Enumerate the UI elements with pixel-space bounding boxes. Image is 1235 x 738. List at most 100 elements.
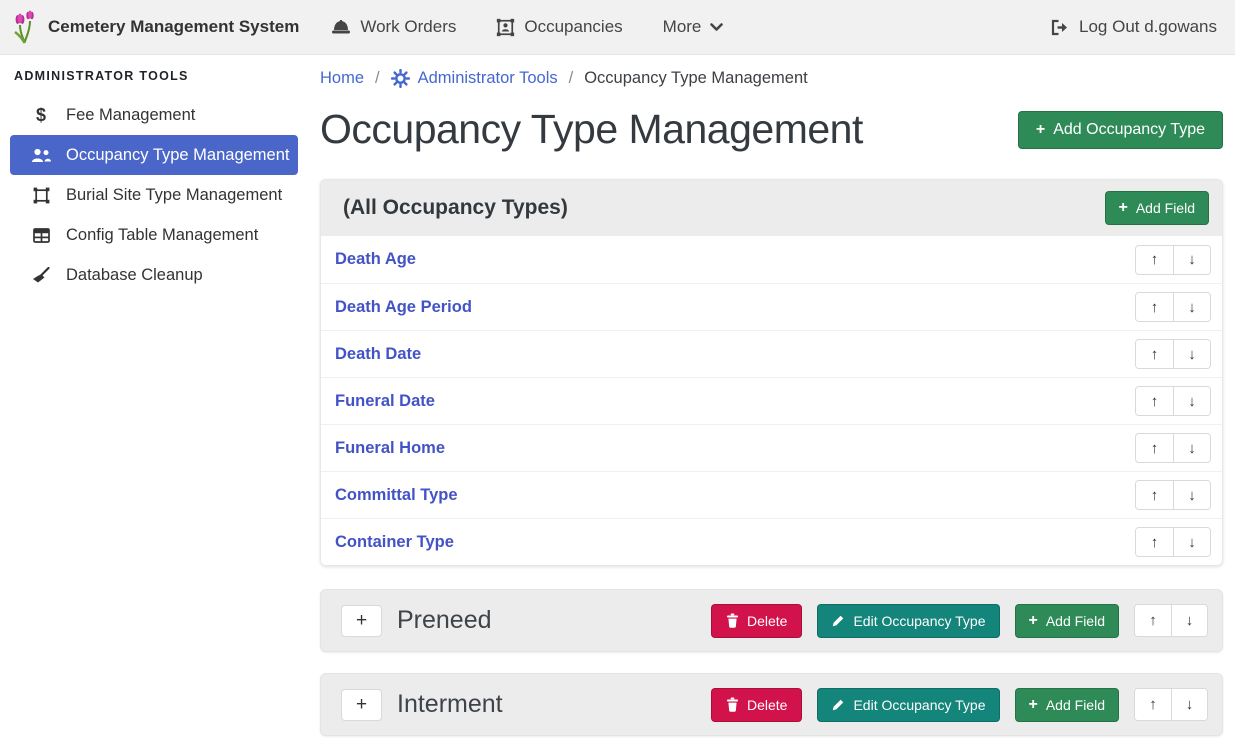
occupancy-type-section-preneed: + Preneed Delete <box>320 589 1223 652</box>
move-up-button[interactable]: ↑ <box>1136 340 1173 368</box>
move-down-button[interactable]: ↓ <box>1173 387 1210 415</box>
move-up-button[interactable]: ↑ <box>1136 528 1173 556</box>
field-link-container-type[interactable]: Container Type <box>335 533 454 552</box>
plus-icon: + <box>1029 697 1038 713</box>
breadcrumb: Home / Administrator Tools <box>320 69 1223 88</box>
card-header: (All Occupancy Types) + Add Field <box>321 180 1222 236</box>
move-down-button[interactable]: ↓ <box>1173 340 1210 368</box>
breadcrumb-home-link[interactable]: Home <box>320 69 364 88</box>
field-link-funeral-home[interactable]: Funeral Home <box>335 439 445 458</box>
move-down-button[interactable]: ↓ <box>1171 605 1207 636</box>
move-up-button[interactable]: ↑ <box>1136 434 1173 462</box>
sidebar-item-config-table-management[interactable]: Config Table Management <box>10 215 298 255</box>
field-row: Funeral Date ↑ ↓ <box>321 377 1222 424</box>
logout-label: Log Out d.gowans <box>1079 17 1217 37</box>
move-up-button[interactable]: ↑ <box>1136 246 1173 274</box>
logout-link[interactable]: Log Out d.gowans <box>1050 17 1217 37</box>
field-link-funeral-date[interactable]: Funeral Date <box>335 392 435 411</box>
breadcrumb-admin-tools-label: Administrator Tools <box>418 69 558 88</box>
section-title: Preneed <box>397 606 492 635</box>
move-up-button[interactable]: ↑ <box>1136 481 1173 509</box>
trash-icon <box>726 697 739 712</box>
trash-icon <box>726 613 739 628</box>
app-title: Cemetery Management System <box>48 17 299 37</box>
occupancy-type-section-interment: + Interment Delete <box>320 673 1223 736</box>
pencil-icon <box>831 614 845 628</box>
move-down-button[interactable]: ↓ <box>1173 481 1210 509</box>
move-up-button[interactable]: ↑ <box>1135 605 1171 636</box>
field-link-death-age[interactable]: Death Age <box>335 250 416 269</box>
move-up-button[interactable]: ↑ <box>1136 387 1173 415</box>
sign-out-icon <box>1050 19 1069 36</box>
edit-occupancy-type-button[interactable]: Edit Occupancy Type <box>817 688 999 722</box>
nav-more-label: More <box>663 17 702 37</box>
breadcrumb-separator: / <box>375 69 380 88</box>
move-down-button[interactable]: ↓ <box>1171 689 1207 720</box>
nav-work-orders-label: Work Orders <box>360 17 456 37</box>
add-field-button[interactable]: + Add Field <box>1015 604 1120 638</box>
tulip-logo-icon <box>12 9 38 45</box>
add-occupancy-type-button[interactable]: + Add Occupancy Type <box>1018 111 1223 149</box>
hard-hat-icon <box>331 19 351 36</box>
move-down-button[interactable]: ↓ <box>1173 528 1210 556</box>
field-row: Death Date ↑ ↓ <box>321 330 1222 377</box>
main-content: Home / Administrator Tools <box>310 55 1235 738</box>
add-field-button[interactable]: + Add Field <box>1105 191 1210 225</box>
move-up-button[interactable]: ↑ <box>1135 689 1171 720</box>
plus-icon: + <box>1119 200 1128 216</box>
sidebar-item-fee-management[interactable]: $ Fee Management <box>10 95 298 135</box>
add-field-button[interactable]: + Add Field <box>1015 688 1120 722</box>
add-field-label: Add Field <box>1046 697 1105 713</box>
breadcrumb-admin-tools-link[interactable]: Administrator Tools <box>391 69 558 88</box>
nav-occupancies[interactable]: Occupancies <box>496 17 622 37</box>
delete-button[interactable]: Delete <box>711 688 802 722</box>
section-actions: Delete Edit Occupancy Type + Add Field ↑ <box>711 688 1208 722</box>
person-frame-icon <box>496 18 515 37</box>
expand-button[interactable]: + <box>341 605 382 637</box>
dollar-icon: $ <box>30 105 52 126</box>
sidebar-item-burial-site-type-management[interactable]: Burial Site Type Management <box>10 175 298 215</box>
app-brand[interactable]: Cemetery Management System <box>12 9 299 45</box>
field-link-committal-type[interactable]: Committal Type <box>335 486 458 505</box>
sidebar-item-occupancy-type-management[interactable]: Occupancy Type Management <box>10 135 298 175</box>
edit-occupancy-type-button[interactable]: Edit Occupancy Type <box>817 604 999 638</box>
field-link-death-age-period[interactable]: Death Age Period <box>335 298 472 317</box>
field-row: Container Type ↑ ↓ <box>321 518 1222 565</box>
table-icon <box>30 228 52 243</box>
add-field-label: Add Field <box>1136 200 1195 216</box>
move-down-button[interactable]: ↓ <box>1173 434 1210 462</box>
top-navbar: Cemetery Management System Work Orders <box>0 0 1235 55</box>
plus-icon: + <box>1036 122 1045 138</box>
nav-work-orders[interactable]: Work Orders <box>331 17 456 37</box>
reorder-buttons: ↑ ↓ <box>1134 604 1208 637</box>
delete-button[interactable]: Delete <box>711 604 802 638</box>
sidebar: ADMINISTRATOR TOOLS $ Fee Management Occ… <box>0 55 310 738</box>
primary-nav: Work Orders Occupancies More <box>331 17 723 37</box>
field-row: Funeral Home ↑ ↓ <box>321 424 1222 471</box>
all-occupancy-types-card: (All Occupancy Types) + Add Field Death … <box>320 179 1223 566</box>
move-down-button[interactable]: ↓ <box>1173 293 1210 321</box>
gear-icon <box>391 69 410 88</box>
reorder-buttons: ↑ ↓ <box>1135 386 1211 416</box>
add-field-label: Add Field <box>1046 613 1105 629</box>
nav-more[interactable]: More <box>663 17 724 37</box>
add-occupancy-type-label: Add Occupancy Type <box>1053 121 1205 139</box>
reorder-buttons: ↑ ↓ <box>1134 688 1208 721</box>
page-title: Occupancy Type Management <box>320 106 863 153</box>
field-link-death-date[interactable]: Death Date <box>335 345 421 364</box>
expand-button[interactable]: + <box>341 689 382 721</box>
reorder-buttons: ↑ ↓ <box>1135 433 1211 463</box>
sidebar-item-label: Database Cleanup <box>66 266 203 285</box>
move-down-button[interactable]: ↓ <box>1173 246 1210 274</box>
reorder-buttons: ↑ ↓ <box>1135 292 1211 322</box>
delete-label: Delete <box>747 697 787 713</box>
edit-occupancy-type-label: Edit Occupancy Type <box>853 697 985 713</box>
sidebar-item-database-cleanup[interactable]: Database Cleanup <box>10 255 298 295</box>
field-row: Committal Type ↑ ↓ <box>321 471 1222 518</box>
broom-icon <box>30 267 52 284</box>
field-row: Death Age ↑ ↓ <box>321 236 1222 283</box>
section-actions: Delete Edit Occupancy Type + Add Field ↑ <box>711 604 1208 638</box>
card-title: (All Occupancy Types) <box>343 196 568 220</box>
move-up-button[interactable]: ↑ <box>1136 293 1173 321</box>
reorder-buttons: ↑ ↓ <box>1135 480 1211 510</box>
